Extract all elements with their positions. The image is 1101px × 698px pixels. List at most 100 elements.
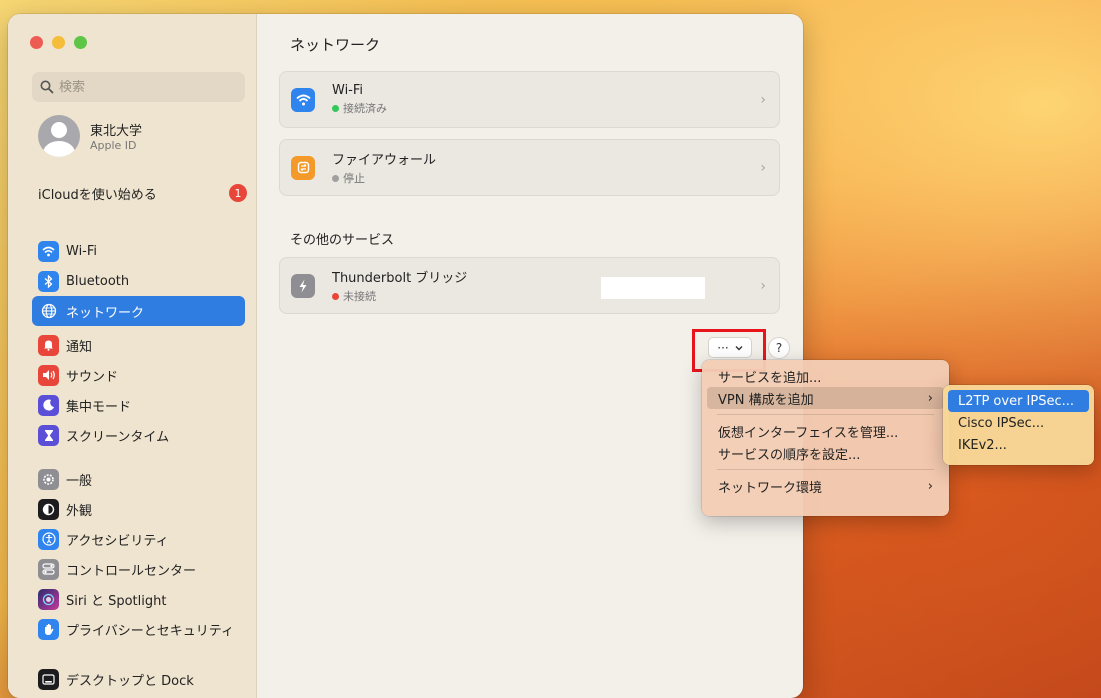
sidebar-item-privacy-security[interactable]: プライバシーとセキュリティ: [32, 614, 245, 644]
redacted-area: [601, 277, 705, 299]
sidebar-item-label: 外観: [66, 503, 93, 519]
sidebar-item-desktop-dock[interactable]: デスクトップと Dock: [32, 664, 245, 694]
status-text: 停止: [343, 172, 365, 185]
sidebar-group-desktop: デスクトップと Dock: [32, 664, 245, 694]
sidebar-item-label: Wi-Fi: [66, 243, 98, 259]
control-center-icon: [38, 558, 59, 580]
network-pane: ネットワーク Wi-Fi 接続済み › ファイアウォール 停止 › その他のサー…: [258, 14, 803, 698]
chevron-right-icon: ›: [927, 478, 933, 494]
service-name: Wi-Fi: [332, 83, 364, 98]
help-button[interactable]: ?: [768, 337, 790, 359]
menu-separator: [717, 414, 934, 415]
page-title: ネットワーク: [290, 36, 381, 54]
status-dot: [332, 174, 339, 182]
sidebar-group-general: 一般 外観 アクセシビリティ コントロールセンター Siri と Spotlig…: [32, 464, 245, 644]
sidebar-item-label: サウンド: [66, 369, 119, 385]
service-status: 接続済み: [332, 100, 387, 116]
sidebar-item-appearance[interactable]: 外観: [32, 494, 245, 524]
sidebar: 東北大学 Apple ID iCloudを使い始める 1 Wi-Fi Bluet…: [8, 14, 257, 698]
sidebar-item-notifications[interactable]: 通知: [32, 330, 245, 360]
siri-icon: [38, 588, 59, 610]
menu-item-add-vpn[interactable]: VPN 構成を追加 ›: [707, 387, 944, 409]
firewall-icon: [291, 155, 315, 180]
wifi-icon: [38, 240, 59, 262]
apple-id-account[interactable]: 東北大学 Apple ID: [38, 115, 142, 157]
search-field[interactable]: [32, 72, 245, 102]
gear-icon: [38, 468, 59, 490]
menu-item-add-service[interactable]: サービスを追加...: [707, 365, 944, 387]
sidebar-item-label: ネットワーク: [66, 305, 145, 321]
service-row-firewall[interactable]: ファイアウォール 停止 ›: [279, 139, 780, 196]
service-row-wifi[interactable]: Wi-Fi 接続済み ›: [279, 71, 780, 128]
sidebar-item-general[interactable]: 一般: [32, 464, 245, 494]
menu-item-label: サービスを追加...: [718, 370, 822, 386]
minimize-button[interactable]: [52, 36, 65, 49]
icloud-label: iCloudを使い始める: [38, 187, 157, 203]
submenu-item-cisco-ipsec[interactable]: Cisco IPSec...: [948, 412, 1089, 434]
accessibility-icon: [38, 528, 59, 550]
close-button[interactable]: [30, 36, 43, 49]
service-status: 未接続: [332, 288, 467, 304]
status-dot: [332, 292, 339, 300]
sidebar-item-label: 一般: [66, 473, 93, 489]
account-subtitle: Apple ID: [90, 139, 137, 152]
menu-item-label: 仮想インターフェイスを管理...: [718, 425, 899, 441]
menu-item-set-service-order[interactable]: サービスの順序を設定...: [707, 442, 944, 464]
dock-icon: [38, 668, 59, 690]
vpn-submenu: L2TP over IPSec... Cisco IPSec... IKEv2.…: [943, 385, 1094, 465]
sidebar-item-label: 通知: [66, 339, 93, 355]
sidebar-item-bluetooth[interactable]: Bluetooth: [32, 266, 245, 296]
menu-item-locations[interactable]: ネットワーク環境 ›: [707, 475, 944, 497]
sidebar-item-label: Bluetooth: [66, 273, 130, 289]
sidebar-group-notifications: 通知 サウンド 集中モード スクリーンタイム: [32, 330, 245, 450]
sidebar-item-screen-time[interactable]: スクリーンタイム: [32, 420, 245, 450]
search-icon: [40, 80, 54, 94]
speaker-icon: [38, 364, 59, 386]
submenu-item-ikev2[interactable]: IKEv2...: [948, 434, 1089, 456]
chevron-right-icon: ›: [760, 278, 766, 294]
sidebar-item-label: コントロールセンター: [66, 563, 197, 579]
sidebar-item-control-center[interactable]: コントロールセンター: [32, 554, 245, 584]
sidebar-item-accessibility[interactable]: アクセシビリティ: [32, 524, 245, 554]
wifi-icon: [291, 87, 315, 112]
menu-item-label: VPN 構成を追加: [718, 392, 814, 408]
moon-icon: [38, 394, 59, 416]
bluetooth-icon: [38, 270, 59, 292]
sidebar-item-focus[interactable]: 集中モード: [32, 390, 245, 420]
account-name: 東北大学: [90, 124, 143, 139]
section-title-other-services: その他のサービス: [290, 233, 395, 248]
chevron-right-icon: ›: [760, 92, 766, 108]
service-status: 停止: [332, 170, 436, 186]
sidebar-item-label: スクリーンタイム: [66, 429, 170, 445]
settings-window: 東北大学 Apple ID iCloudを使い始める 1 Wi-Fi Bluet…: [8, 14, 803, 698]
thunderbolt-icon: [291, 273, 315, 298]
sidebar-item-label: デスクトップと Dock: [66, 673, 194, 689]
search-input[interactable]: [59, 79, 229, 95]
hourglass-icon: [38, 424, 59, 446]
sidebar-item-siri-spotlight[interactable]: Siri と Spotlight: [32, 584, 245, 614]
sidebar-item-label: アクセシビリティ: [66, 533, 169, 549]
menu-item-manage-virtual-interfaces[interactable]: 仮想インターフェイスを管理...: [707, 420, 944, 442]
bell-icon: [38, 334, 59, 356]
status-text: 接続済み: [343, 102, 387, 115]
sidebar-item-wifi[interactable]: Wi-Fi: [32, 236, 245, 266]
more-actions-menu: サービスを追加... VPN 構成を追加 › 仮想インターフェイスを管理... …: [702, 360, 949, 516]
sidebar-item-label: 集中モード: [66, 399, 132, 415]
sidebar-item-label: プライバシーとセキュリティ: [66, 623, 234, 639]
sidebar-group-connectivity: Wi-Fi Bluetooth ネットワーク: [32, 236, 245, 326]
notification-badge: 1: [229, 184, 247, 202]
chevron-right-icon: ›: [927, 390, 933, 406]
sidebar-item-sound[interactable]: サウンド: [32, 360, 245, 390]
globe-icon: [38, 301, 59, 322]
chevron-right-icon: ›: [760, 160, 766, 176]
menu-item-label: ネットワーク環境: [718, 480, 823, 496]
status-text: 未接続: [343, 290, 376, 303]
avatar: [38, 115, 80, 157]
window-controls: [30, 36, 87, 49]
sidebar-item-network[interactable]: ネットワーク: [32, 296, 245, 326]
submenu-item-l2tp[interactable]: L2TP over IPSec...: [948, 390, 1089, 412]
status-dot: [332, 104, 339, 112]
icloud-setup-item[interactable]: iCloudを使い始める 1: [38, 182, 248, 204]
service-name: Thunderbolt ブリッジ: [332, 271, 468, 286]
zoom-button[interactable]: [74, 36, 87, 49]
